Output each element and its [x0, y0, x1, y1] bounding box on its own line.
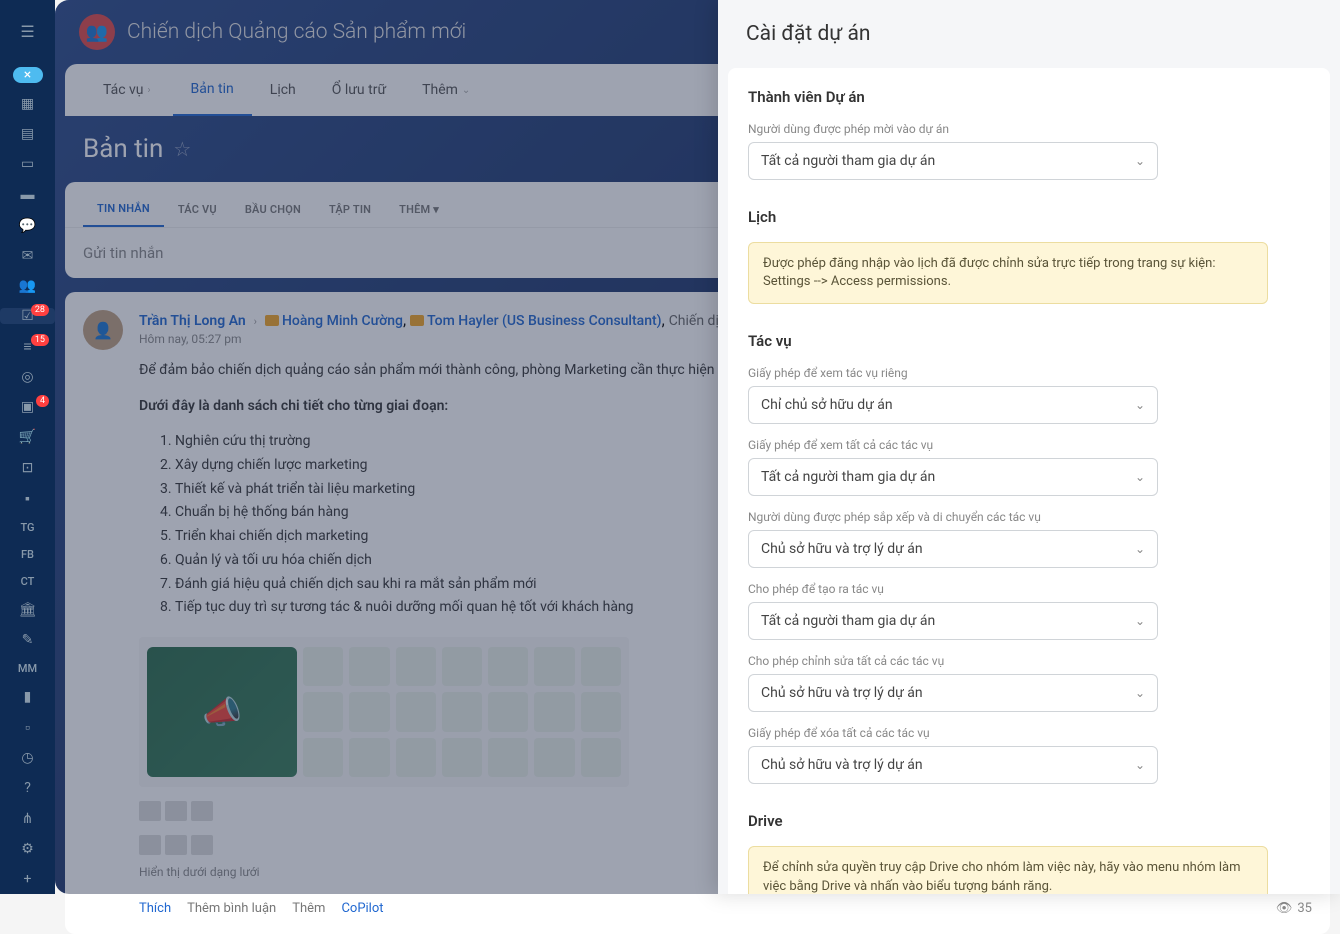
post-illustration[interactable]: 📣: [139, 637, 629, 787]
nav-calendar-icon[interactable]: ▤: [0, 126, 55, 142]
field-invite-label: Người dùng được phép mời vào dự án: [748, 122, 1310, 136]
filter-badge: 15: [31, 334, 49, 346]
nav-mm[interactable]: MM: [18, 662, 37, 675]
nav-pen-icon[interactable]: ✎: [0, 632, 55, 648]
calendar-notice: Được phép đăng nhập vào lịch đã được chỉ…: [748, 242, 1268, 304]
nav-mail-icon[interactable]: ✉: [0, 248, 55, 264]
recipient-1[interactable]: Hoàng Minh Cường: [282, 313, 403, 329]
copilot-button[interactable]: CoPilot: [341, 901, 383, 916]
subtab-message[interactable]: TIN NHẮN: [83, 192, 164, 227]
nav-cards-icon[interactable]: ▣4: [0, 399, 55, 415]
nav-tg[interactable]: TG: [20, 521, 34, 534]
chevron-down-icon: ⌄: [1135, 542, 1145, 556]
left-sidebar: ☰ × ▦ ▤ ▭ ▬ 💬 ✉ 👥 ☑28 ≡15 ◎ ▣4 🛒 ⊡ ▪ TG …: [0, 0, 55, 894]
nav-robot-icon[interactable]: ⊡: [0, 460, 55, 476]
nav-target-icon[interactable]: ◎: [0, 369, 55, 385]
nav-clip-icon[interactable]: ▫: [0, 719, 55, 736]
subtab-task[interactable]: TÁC VỤ: [164, 193, 231, 226]
nav-apps-icon[interactable]: ▦: [0, 96, 55, 112]
tab-tasks[interactable]: Tác vụ›: [85, 64, 173, 116]
nav-ct[interactable]: CT: [21, 575, 35, 588]
nav-chart-icon[interactable]: ▮: [0, 689, 55, 705]
select-delete[interactable]: Chủ sở hữu và trợ lý dự án⌄: [748, 746, 1158, 784]
select-move[interactable]: Chủ sở hữu và trợ lý dự án⌄: [748, 530, 1158, 568]
project-title: Chiến dịch Quảng cáo Sản phẩm mới: [127, 20, 466, 44]
nav-sitemap-icon[interactable]: ⋔: [0, 811, 55, 827]
nav-cart-icon[interactable]: 🛒: [0, 429, 55, 445]
post-author[interactable]: Trần Thị Long An: [139, 313, 246, 329]
settings-panel: Cài đặt dự án Thành viên Dự án Người dùn…: [718, 0, 1340, 894]
field-delete-label: Giấy phép để xóa tất cả các tác vụ: [748, 726, 1310, 740]
settings-title: Cài đặt dự án: [718, 0, 1340, 68]
tab-feed[interactable]: Bản tin: [173, 64, 252, 116]
nav-people-icon[interactable]: 👥: [0, 278, 55, 294]
section-members-title: Thành viên Dự án: [748, 88, 1310, 106]
like-button[interactable]: Thích: [139, 901, 171, 916]
field-edit-label: Cho phép chỉnh sửa tất cả các tác vụ: [748, 654, 1310, 668]
select-view-all[interactable]: Tất cả người tham gia dự án⌄: [748, 458, 1158, 496]
tab-more[interactable]: Thêm ⌄: [404, 64, 492, 116]
page-title: Bản tin: [83, 134, 163, 164]
project-avatar-icon: 👥: [79, 14, 115, 50]
drive-notice: Để chỉnh sửa quyền truy cập Drive cho nh…: [748, 846, 1268, 894]
section-tasks-title: Tác vụ: [748, 332, 1310, 350]
more-button[interactable]: Thêm: [292, 901, 325, 916]
post-list-title: Dưới đây là danh sách chi tiết cho từng …: [139, 398, 448, 414]
chevron-down-icon: ⌄: [1135, 398, 1145, 412]
view-count: 👁 35: [1276, 901, 1312, 916]
subtab-more[interactable]: THÊM ▾: [385, 193, 453, 226]
nav-fb[interactable]: FB: [21, 548, 34, 561]
nav-filter-icon[interactable]: ≡15: [0, 338, 55, 355]
chevron-down-icon: ⌄: [462, 85, 470, 96]
nav-tasks-icon[interactable]: ☑28: [0, 308, 55, 324]
section-calendar-title: Lịch: [748, 208, 1310, 226]
nav-add-icon[interactable]: +: [0, 871, 55, 887]
hamburger-icon[interactable]: ☰: [20, 22, 34, 41]
nav-gear-icon[interactable]: ⚙: [0, 841, 55, 857]
nav-drive-icon[interactable]: ▬: [0, 186, 55, 203]
section-drive-title: Drive: [748, 812, 1310, 830]
sidebar-close-pill[interactable]: ×: [13, 67, 43, 83]
field-view-all-label: Giấy phép để xem tất cả các tác vụ: [748, 438, 1310, 452]
post-avatar[interactable]: 👤: [83, 310, 123, 350]
field-create-label: Cho phép để tạo ra tác vụ: [748, 582, 1310, 596]
cards-badge: 4: [36, 395, 49, 407]
tab-calendar[interactable]: Lịch: [252, 64, 314, 116]
star-icon[interactable]: ☆: [173, 137, 191, 161]
nav-docs-icon[interactable]: ▭: [0, 156, 55, 172]
nav-clock-icon[interactable]: ◷: [0, 750, 55, 766]
select-view-own[interactable]: Chỉ chủ sở hữu dự án⌄: [748, 386, 1158, 424]
select-invite-permission[interactable]: Tất cả người tham gia dự án ⌄: [748, 142, 1158, 180]
tab-drive[interactable]: Ổ lưu trữ: [314, 64, 404, 116]
mail-icon: [410, 315, 424, 326]
field-view-own-label: Giấy phép để xem tác vụ riêng: [748, 366, 1310, 380]
chevron-down-icon: ⌄: [1135, 614, 1145, 628]
nav-book-icon[interactable]: ▪: [0, 490, 55, 507]
subtab-poll[interactable]: BẦU CHỌN: [231, 193, 315, 226]
select-edit[interactable]: Chủ sở hữu và trợ lý dự án⌄: [748, 674, 1158, 712]
tasks-badge: 28: [31, 304, 49, 316]
comment-button[interactable]: Thêm bình luận: [187, 901, 276, 916]
chevron-down-icon: ⌄: [1135, 686, 1145, 700]
select-create[interactable]: Tất cả người tham gia dự án⌄: [748, 602, 1158, 640]
nav-help-icon[interactable]: ?: [0, 780, 55, 796]
chevron-right-icon: ›: [254, 315, 257, 328]
post-actions: Thích Thêm bình luận Thêm CoPilot 👁 35: [139, 901, 1312, 916]
subtab-file[interactable]: TẬP TIN: [315, 193, 385, 226]
nav-bank-icon[interactable]: 🏛: [0, 602, 55, 618]
chevron-down-icon: ⌄: [1135, 470, 1145, 484]
field-move-label: Người dùng được phép sắp xếp và di chuyể…: [748, 510, 1310, 524]
mail-icon: [265, 315, 279, 326]
nav-chat-icon[interactable]: 💬: [0, 217, 55, 233]
chevron-down-icon: ⌄: [1135, 758, 1145, 772]
recipient-2[interactable]: Tom Hayler (US Business Consultant): [427, 313, 661, 329]
chevron-right-icon: ›: [148, 85, 151, 96]
chevron-down-icon: ⌄: [1135, 154, 1145, 168]
